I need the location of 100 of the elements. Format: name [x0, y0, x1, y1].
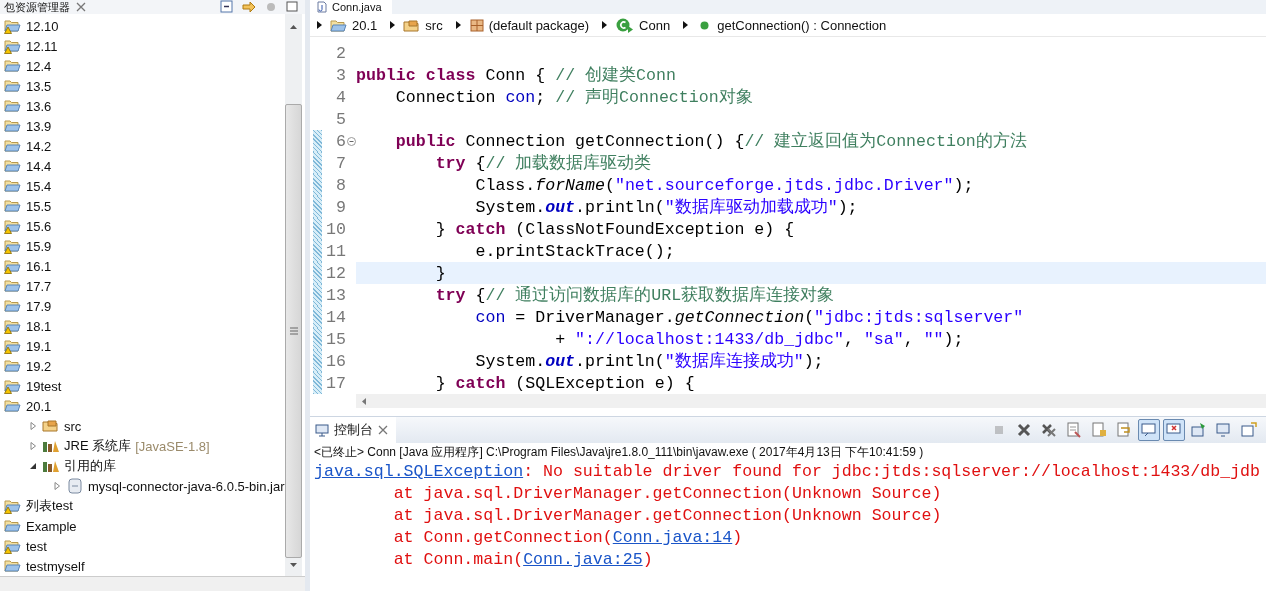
- tree-item[interactable]: 引用的库: [64, 457, 116, 475]
- show-err-button[interactable]: [1163, 419, 1185, 441]
- console-line: at java.sql.DriverManager.getConnection(Unknown Source): [392, 505, 943, 527]
- fold-icon[interactable]: [346, 136, 356, 146]
- line-number: 9: [335, 197, 346, 217]
- breadcrumb-item[interactable]: Conn: [615, 17, 671, 33]
- line-number: 7: [335, 153, 346, 173]
- tree-item[interactable]: 13.6: [26, 98, 52, 114]
- console-line: at java.sql.DriverManager.getConnection(Unknown Source): [392, 483, 943, 505]
- code-line: public class Conn { // 创建类Conn: [356, 65, 676, 86]
- breadcrumb-item[interactable]: getConnection() : Connection: [696, 17, 887, 33]
- line-number: 14: [325, 307, 346, 327]
- tree-item[interactable]: 18.1: [26, 318, 52, 334]
- line-number: 3: [335, 65, 346, 85]
- breadcrumb-item[interactable]: (default package): [468, 17, 590, 33]
- tree-item[interactable]: 列表test: [26, 497, 73, 515]
- tree-item[interactable]: 19.1: [26, 338, 52, 354]
- scrollbar[interactable]: [356, 394, 1266, 408]
- maximize-icon[interactable]: [285, 1, 299, 13]
- version-label: [JavaSE-1.8]: [135, 438, 210, 454]
- tree-item[interactable]: 13.9: [26, 118, 52, 134]
- grip-icon: [289, 327, 298, 335]
- code-line: Connection con; // 声明Connection对象: [394, 87, 753, 108]
- tree-item[interactable]: 13.5: [26, 78, 52, 94]
- scroll-up-icon[interactable]: [289, 24, 298, 30]
- scroll-left-icon[interactable]: [360, 396, 368, 406]
- link[interactable]: Conn.java:25: [523, 550, 643, 569]
- tree-item[interactable]: 20.1: [26, 398, 52, 414]
- double-x-icon: [1041, 422, 1057, 438]
- code-line: + "://localhost:1433/db_jdbc", "sa", "");: [554, 329, 964, 349]
- show-out-button[interactable]: [1138, 419, 1160, 441]
- tree-item[interactable]: 12.11: [26, 38, 58, 54]
- tree-item[interactable]: 14.4: [26, 158, 52, 174]
- link[interactable]: Conn.java:14: [612, 528, 733, 547]
- tree-item[interactable]: 17.9: [26, 298, 52, 314]
- horizontal-scrollbar[interactable]: [0, 576, 305, 591]
- code-line: System.out.println("数据库驱动加载成功");: [474, 196, 858, 218]
- scrollbar-thumb[interactable]: [285, 104, 302, 558]
- scroll-down-icon[interactable]: [289, 562, 298, 568]
- collapse-arrow-icon[interactable]: [28, 461, 38, 471]
- dot-icon: [700, 20, 710, 30]
- monitor-icon: [1216, 422, 1232, 438]
- expand-arrow-icon[interactable]: [52, 481, 62, 491]
- line-number: 17: [325, 373, 346, 393]
- tree-item[interactable]: 19.2: [26, 358, 52, 374]
- tree-item[interactable]: src: [64, 418, 82, 434]
- link[interactable]: java.sql.SQLException: [314, 462, 524, 481]
- document-eraser-icon: [1066, 422, 1082, 438]
- tree-item[interactable]: 15.9: [26, 238, 52, 254]
- monitor-icon: [1141, 422, 1157, 438]
- tree-item[interactable]: 15.6: [26, 218, 52, 234]
- line-number: 6: [335, 131, 346, 151]
- close-icon[interactable]: [76, 2, 86, 12]
- collapse-all-icon[interactable]: [219, 0, 235, 14]
- line-number: 11: [325, 241, 346, 261]
- tree-item[interactable]: Example: [26, 518, 77, 534]
- expand-arrow-icon[interactable]: [28, 421, 38, 431]
- tree-item[interactable]: 12.4: [26, 58, 52, 74]
- chevron-icon[interactable]: [316, 20, 324, 30]
- code-line: try {// 通过访问数据库的URL获取数据库连接对象: [434, 284, 835, 306]
- monitor-icon: [315, 423, 329, 437]
- line-number: 13: [325, 285, 346, 305]
- code-line: con = DriverManager.getConnection("jdbc:jtds:sqlserver": [474, 307, 1024, 327]
- package-folder-icon: [403, 17, 422, 33]
- console-header: <已终止> Conn [Java 应用程序] C:\Program Files\Java\jre1.8.0_111\bin\javaw.exe ( 2017年4月13日 下午10:41:59 ): [313, 444, 925, 461]
- line-number: 4: [335, 87, 346, 107]
- link-arrows-icon[interactable]: [241, 0, 257, 14]
- line-number: 16: [325, 351, 346, 371]
- line-number: 2: [335, 43, 346, 63]
- tree-item[interactable]: 15.5: [26, 198, 52, 214]
- document-lock-icon: [1091, 422, 1107, 438]
- editor-tab[interactable]: Conn.java: [310, 0, 392, 14]
- code-line: try {// 加载数据库驱动类: [434, 152, 652, 174]
- code-line: e.printStackTrace();: [474, 241, 675, 261]
- code-line: public Connection getConnection() {// 建立返回值为Connection的方法: [394, 130, 1027, 152]
- window-icon: [1241, 422, 1257, 438]
- code-line: System.out.println("数据库连接成功");: [474, 350, 824, 372]
- chevron-icon[interactable]: [454, 20, 463, 30]
- line-number: 10: [325, 219, 346, 239]
- breadcrumb-item[interactable]: src: [403, 17, 443, 33]
- tree-item[interactable]: testmyself: [26, 558, 85, 574]
- tree-item[interactable]: 14.2: [26, 138, 52, 154]
- tree-item[interactable]: test: [26, 538, 47, 554]
- document-wrap-icon: [1116, 422, 1132, 438]
- console-line: at Conn.getConnection(Conn.java:14): [392, 527, 744, 549]
- package-folder-icon: [42, 418, 60, 434]
- tree-item[interactable]: 15.4: [26, 178, 52, 194]
- expand-arrow-icon[interactable]: [28, 441, 38, 451]
- package-icon: [468, 17, 485, 33]
- console-tab[interactable]: 控制台: [310, 417, 396, 443]
- tree-item[interactable]: 16.1: [26, 258, 52, 274]
- scrollbar[interactable]: [285, 14, 302, 576]
- tree-item[interactable]: 17.7: [26, 278, 52, 294]
- tree-item[interactable]: 12.10: [26, 18, 59, 34]
- tree-item[interactable]: JRE 系统库: [64, 437, 132, 455]
- tree-item[interactable]: 19test: [26, 378, 62, 394]
- view-title[interactable]: 包资源管理器: [4, 1, 70, 13]
- breadcrumb-item[interactable]: 20.1: [330, 17, 378, 33]
- close-icon[interactable]: [378, 425, 388, 435]
- tree-item[interactable]: mysql-connector-java-6.0.5-bin.jar: [88, 478, 285, 494]
